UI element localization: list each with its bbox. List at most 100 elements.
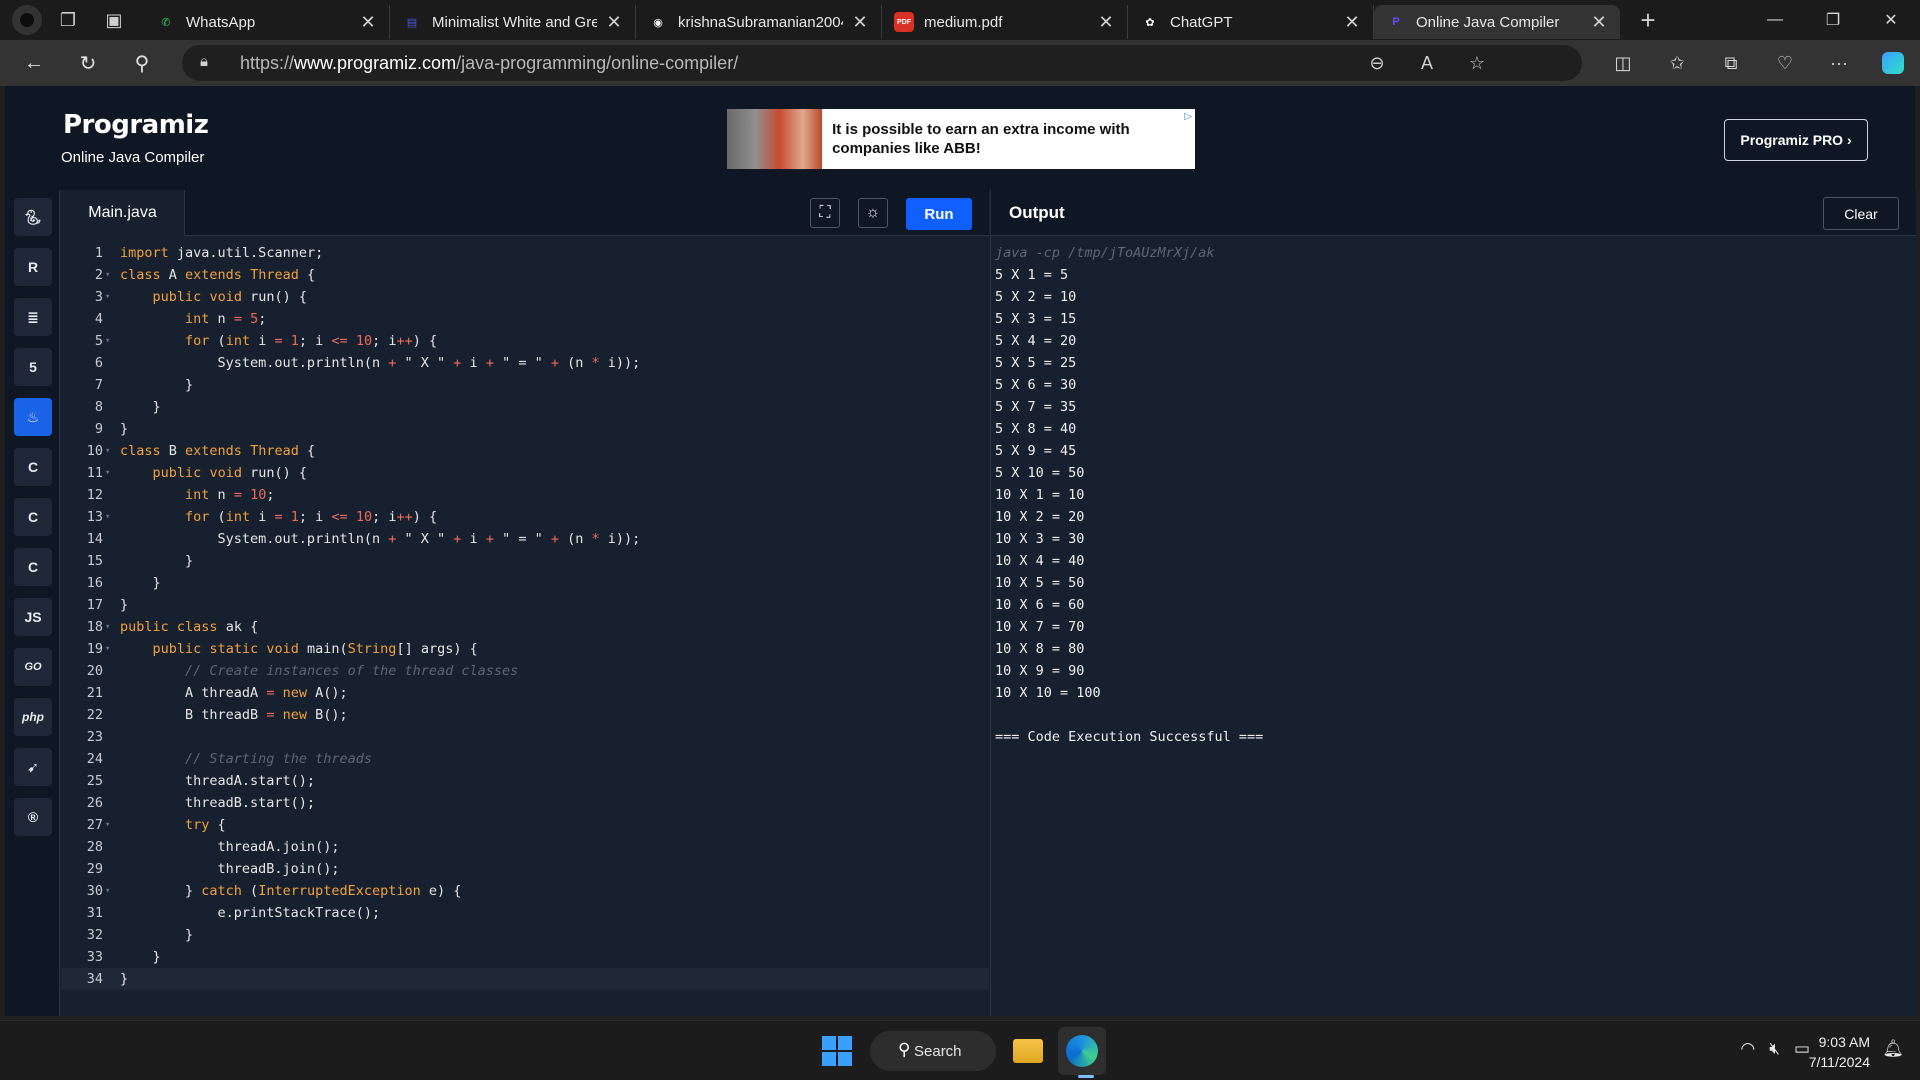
code-line[interactable]: 21 A threadA = new A(); xyxy=(61,682,989,704)
code-line[interactable]: 34} xyxy=(61,968,989,990)
code-line[interactable]: 27 ▾ try { xyxy=(61,814,989,836)
code-line[interactable]: 5 ▾ for (int i = 1; i <= 10; i++) { xyxy=(61,330,989,352)
more-options-icon[interactable]: ··· xyxy=(1812,45,1866,81)
favorite-star-icon[interactable]: ☆ xyxy=(1452,45,1502,81)
fullscreen-icon[interactable]: ⛶ xyxy=(810,198,840,228)
code-line[interactable]: 17} xyxy=(61,594,989,616)
code-line[interactable]: 2 ▾ class A extends Thread { xyxy=(61,264,989,286)
wifi-icon[interactable]: ◠ xyxy=(1740,1039,1755,1059)
close-window-icon[interactable]: ✕ xyxy=(1862,0,1920,40)
code-line[interactable]: 6 System.out.println(n + " X " + i + " =… xyxy=(61,352,989,374)
language-swift-icon[interactable]: ➹ xyxy=(14,748,52,786)
fold-arrow-icon[interactable]: ▾ xyxy=(105,506,110,528)
language-python-icon[interactable]: 🐍︎ xyxy=(14,198,52,236)
code-line[interactable]: 31 e.printStackTrace(); xyxy=(61,902,989,924)
code-line[interactable]: 9} xyxy=(61,418,989,440)
language-html-icon[interactable]: 5 xyxy=(14,348,52,386)
volume-muted-icon[interactable]: 🔇︎ xyxy=(1769,1039,1780,1059)
programiz-logo[interactable]: Programiz xyxy=(63,110,209,140)
code-line[interactable]: 12 int n = 10; xyxy=(61,484,989,506)
fold-arrow-icon[interactable]: ▾ xyxy=(105,286,110,308)
back-icon[interactable]: ← xyxy=(14,45,54,81)
copilot-icon[interactable] xyxy=(1866,45,1920,81)
code-line[interactable]: 32 } xyxy=(61,924,989,946)
code-line[interactable]: 23 xyxy=(61,726,989,748)
battery-icon[interactable]: ▭ xyxy=(1794,1039,1810,1059)
code-line[interactable]: 4 int n = 5; xyxy=(61,308,989,330)
code-line[interactable]: 24 // Starting the threads xyxy=(61,748,989,770)
restore-icon[interactable]: ❐ xyxy=(1804,0,1862,40)
edge-browser-icon[interactable] xyxy=(1058,1027,1106,1075)
address-bar[interactable]: 🔒︎ https://www.programiz.com/java-progra… xyxy=(182,45,1582,81)
code-line[interactable]: 28 threadA.join(); xyxy=(61,836,989,858)
code-line[interactable]: 20 // Create instances of the thread cla… xyxy=(61,660,989,682)
workspaces-icon[interactable]: ❐ xyxy=(48,4,88,36)
language-go-icon[interactable]: GO xyxy=(14,648,52,686)
code-line[interactable]: 7 } xyxy=(61,374,989,396)
split-screen-icon[interactable]: ◫ xyxy=(1596,45,1650,81)
language-csharp-icon[interactable]: C xyxy=(14,548,52,586)
code-area[interactable]: 1 import java.util.Scanner; 2 ▾ class A exte… xyxy=(61,242,989,990)
code-line[interactable]: 25 threadA.start(); xyxy=(61,770,989,792)
code-line[interactable]: 30 ▾ } catch (InterruptedException e) { xyxy=(61,880,989,902)
run-button[interactable]: Run xyxy=(906,198,972,230)
code-line[interactable]: 16 } xyxy=(61,572,989,594)
language-cpp-icon[interactable]: C xyxy=(14,498,52,536)
language-js-icon[interactable]: JS xyxy=(14,598,52,636)
browser-tab[interactable]: ▤ Minimalist White and Gre ✕ xyxy=(390,5,636,39)
code-line[interactable]: 22 B threadB = new B(); xyxy=(61,704,989,726)
minimize-icon[interactable]: — xyxy=(1746,0,1804,40)
fold-arrow-icon[interactable]: ▾ xyxy=(105,616,110,638)
code-line[interactable]: 11 ▾ public void run() { xyxy=(61,462,989,484)
zoom-icon[interactable]: ⊖ xyxy=(1352,45,1402,81)
tab-actions-icon[interactable]: ▣ xyxy=(94,4,134,36)
clear-button[interactable]: Clear xyxy=(1823,197,1899,230)
code-line[interactable]: 13 ▾ for (int i = 1; i <= 10; i++) { xyxy=(61,506,989,528)
close-tab-icon[interactable]: ✕ xyxy=(1341,11,1363,33)
favorites-icon[interactable]: ✩ xyxy=(1650,45,1704,81)
browser-tab[interactable]: ✆ WhatsApp ✕ xyxy=(144,5,390,39)
search-icon[interactable]: ⚲ xyxy=(122,45,162,81)
clock[interactable]: 9:03 AM 7/11/2024 xyxy=(1809,1032,1870,1072)
fold-arrow-icon[interactable]: ▾ xyxy=(105,264,110,286)
fold-arrow-icon[interactable]: ▾ xyxy=(105,330,110,352)
code-line[interactable]: 18 ▾ public class ak { xyxy=(61,616,989,638)
fold-arrow-icon[interactable]: ▾ xyxy=(105,638,110,660)
code-line[interactable]: 3 ▾ public void run() { xyxy=(61,286,989,308)
code-line[interactable]: 29 threadB.join(); xyxy=(61,858,989,880)
ad-choices-icon[interactable]: ▷ xyxy=(1184,111,1192,122)
language-r-icon[interactable]: R xyxy=(14,248,52,286)
theme-toggle-icon[interactable]: ☼ xyxy=(858,198,888,228)
close-tab-icon[interactable]: ✕ xyxy=(603,11,625,33)
notification-bell-icon[interactable]: 🔔︎ xyxy=(1882,1039,1904,1059)
code-line[interactable]: 19 ▾ public static void main(String[] arg… xyxy=(61,638,989,660)
start-menu-icon[interactable] xyxy=(822,1036,852,1066)
read-aloud-icon[interactable]: A xyxy=(1402,45,1452,81)
close-tab-icon[interactable]: ✕ xyxy=(1095,11,1117,33)
new-tab-button[interactable]: + xyxy=(1628,3,1668,37)
browser-tab[interactable]: PDF medium.pdf ✕ xyxy=(882,5,1128,39)
close-tab-icon[interactable]: ✕ xyxy=(1588,11,1610,33)
code-line[interactable]: 10 ▾ class B extends Thread { xyxy=(61,440,989,462)
code-line[interactable]: 33 } xyxy=(61,946,989,968)
close-tab-icon[interactable]: ✕ xyxy=(357,11,379,33)
language-sql-icon[interactable]: ≣ xyxy=(14,298,52,336)
fold-arrow-icon[interactable]: ▾ xyxy=(105,880,110,902)
code-line[interactable]: 1 import java.util.Scanner; xyxy=(61,242,989,264)
fold-arrow-icon[interactable]: ▾ xyxy=(105,440,110,462)
code-line[interactable]: 26 threadB.start(); xyxy=(61,792,989,814)
refresh-icon[interactable]: ↻ xyxy=(68,45,108,81)
file-explorer-icon[interactable] xyxy=(1004,1027,1052,1075)
collections-icon[interactable]: ⧉ xyxy=(1704,45,1758,81)
programiz-pro-button[interactable]: Programiz PRO › xyxy=(1724,119,1868,161)
fold-arrow-icon[interactable]: ▾ xyxy=(105,814,110,836)
browser-tab[interactable]: ◉ krishnaSubramanian2004 ✕ xyxy=(636,5,882,39)
code-line[interactable]: 14 System.out.println(n + " X " + i + " … xyxy=(61,528,989,550)
taskbar-search[interactable]: ⚲ Search xyxy=(870,1031,996,1071)
browser-tab[interactable]: ✿ ChatGPT ✕ xyxy=(1128,5,1374,39)
language-php-icon[interactable]: php xyxy=(14,698,52,736)
language-c-icon[interactable]: C xyxy=(14,448,52,486)
code-line[interactable]: 8 } xyxy=(61,396,989,418)
language-java-icon[interactable]: ♨ xyxy=(14,398,52,436)
profile-avatar[interactable] xyxy=(12,5,42,35)
